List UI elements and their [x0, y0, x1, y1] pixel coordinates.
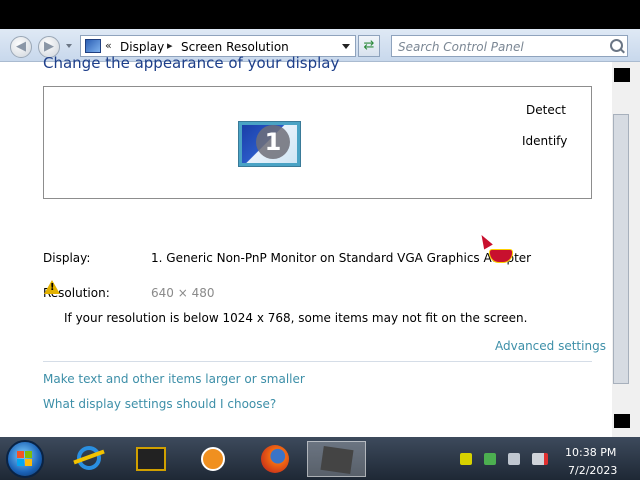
firefox-icon[interactable]	[256, 441, 294, 477]
resolution-select[interactable]: 640 × 480	[151, 286, 215, 300]
network-icon[interactable]	[508, 453, 520, 465]
breadcrumb-separator-icon[interactable]: ▸	[167, 39, 173, 52]
refresh-icon: ⇄	[363, 38, 375, 53]
scroll-down-button[interactable]	[614, 414, 630, 428]
forward-arrow-icon: ▶	[44, 39, 54, 54]
breadcrumb-display[interactable]: Display	[120, 40, 164, 54]
breadcrumb-screen-resolution[interactable]: Screen Resolution	[181, 40, 289, 54]
back-arrow-icon: ◀	[16, 39, 26, 54]
search-placeholder: Search Control Panel	[398, 40, 524, 54]
media-player-icon[interactable]	[194, 441, 232, 477]
volume-muted-icon[interactable]	[532, 453, 548, 465]
warning-glyph: !	[50, 282, 55, 293]
monitor-preview-area: 1 Detect Identify	[43, 86, 592, 199]
identify-button[interactable]: Identify	[522, 134, 567, 148]
back-button[interactable]: ◀	[10, 36, 32, 58]
search-icon[interactable]	[610, 39, 623, 52]
address-dropdown-icon[interactable]	[342, 44, 350, 49]
divider	[43, 361, 592, 362]
detect-button[interactable]: Detect	[526, 103, 566, 117]
refresh-button[interactable]: ⇄	[358, 35, 380, 57]
monitor-1-icon[interactable]: 1	[238, 121, 301, 167]
text-size-link[interactable]: Make text and other items larger or smal…	[43, 372, 305, 386]
scroll-thumb[interactable]	[613, 114, 629, 384]
media-app-icon[interactable]	[132, 441, 170, 477]
breadcrumb-overflow-icon[interactable]: «	[105, 39, 112, 52]
control-panel-icon	[85, 39, 101, 53]
display-select[interactable]: 1. Generic Non-PnP Monitor on Standard V…	[151, 251, 531, 265]
search-input[interactable]: Search Control Panel	[391, 35, 628, 57]
resolution-warning-text: If your resolution is below 1024 x 768, …	[64, 311, 528, 325]
clock-time[interactable]: 10:38 PM	[565, 446, 616, 459]
vertical-scrollbar[interactable]	[612, 62, 640, 437]
action-center-icon[interactable]	[484, 453, 496, 465]
tray-app-icon[interactable]	[460, 453, 472, 465]
warning-icon: !	[44, 280, 60, 294]
recent-pages-dropdown-icon[interactable]	[66, 44, 72, 48]
page-title: Change the appearance of your display	[43, 54, 340, 72]
display-label: Display:	[43, 251, 91, 265]
internet-explorer-icon[interactable]	[70, 441, 108, 477]
start-button[interactable]	[6, 440, 44, 478]
scroll-up-button[interactable]	[614, 68, 630, 82]
windows-logo-icon	[17, 451, 33, 467]
taskbar	[0, 437, 640, 480]
clock-date[interactable]: 7/2/2023	[568, 464, 617, 477]
monitor-number: 1	[256, 125, 290, 159]
display-settings-help-link[interactable]: What display settings should I choose?	[43, 397, 276, 411]
active-window-icon[interactable]	[307, 441, 366, 477]
advanced-settings-link[interactable]: Advanced settings	[495, 339, 606, 353]
